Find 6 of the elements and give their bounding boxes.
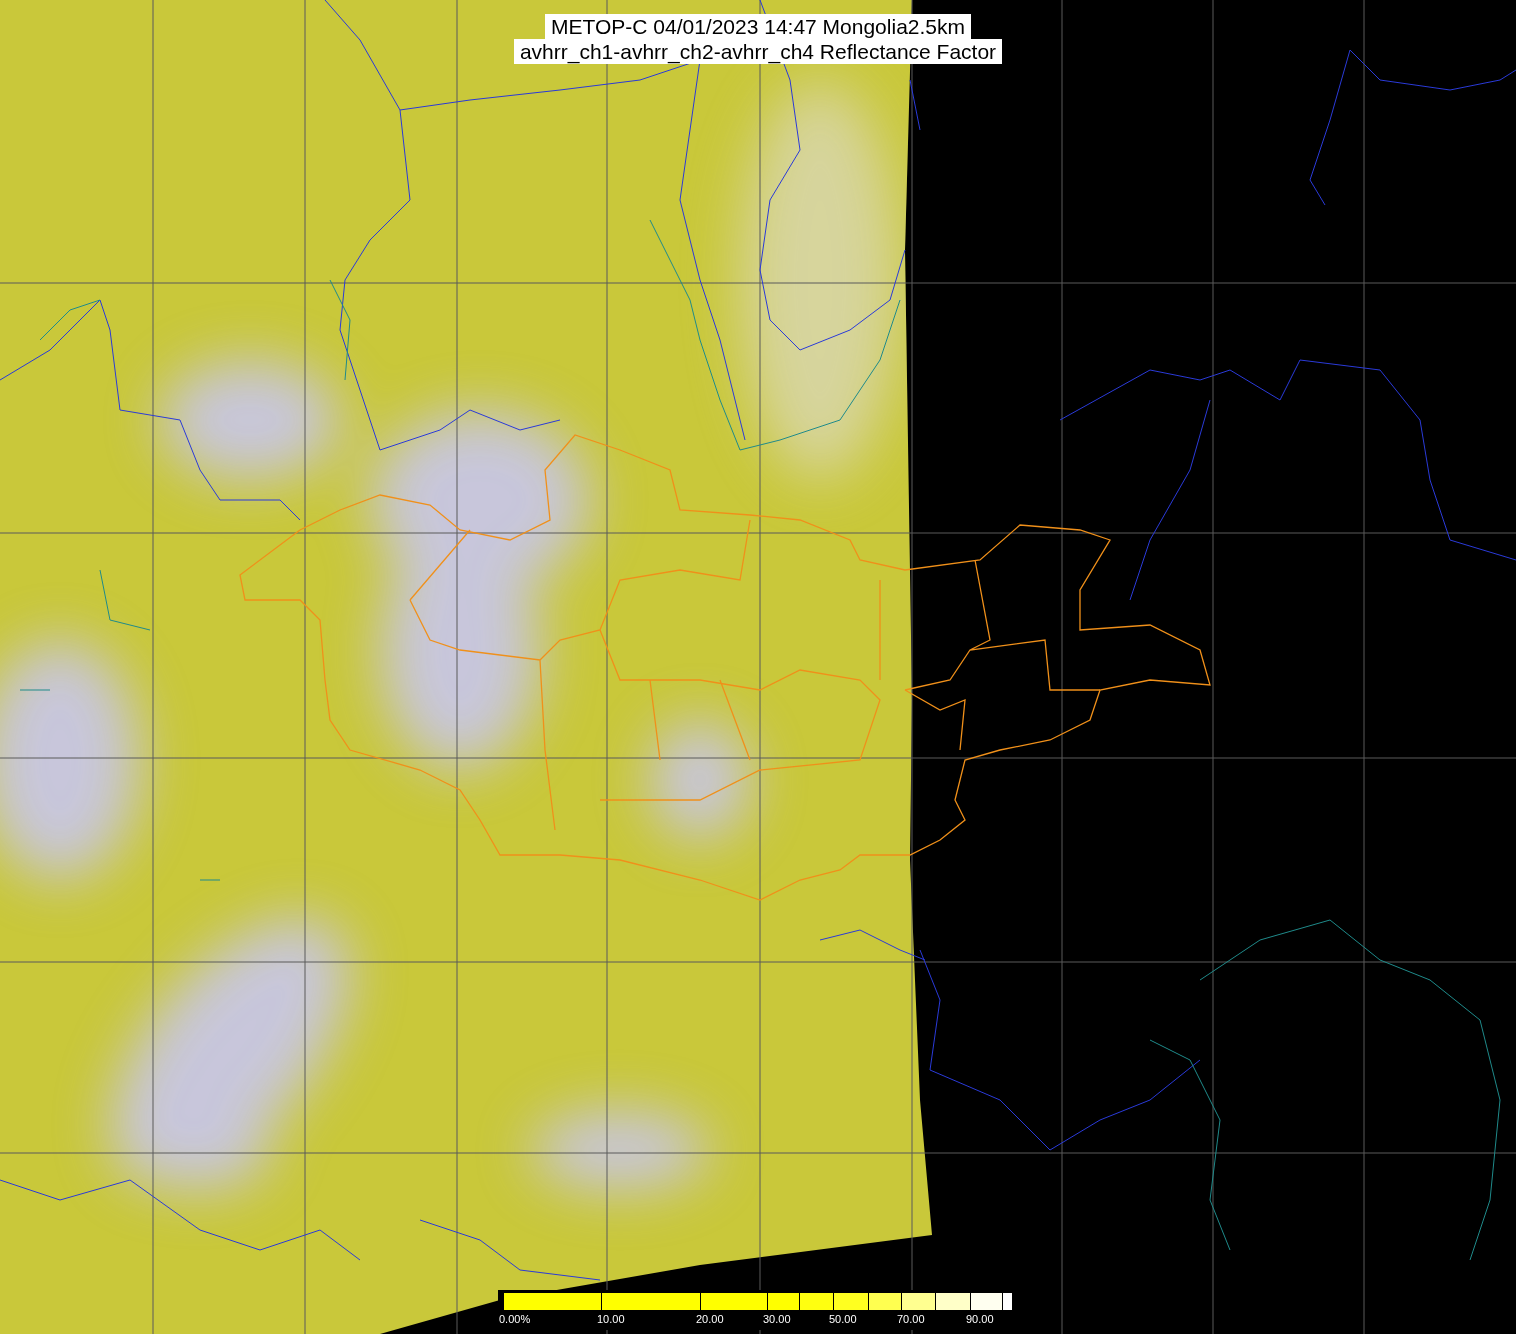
scale-label: 90.00 — [966, 1313, 995, 1325]
map-title: METOP-C 04/01/2023 14:47 Mongolia2.5km — [545, 14, 971, 39]
scale-label: 70.00 — [897, 1313, 926, 1325]
scale-label: 50.00 — [829, 1313, 858, 1325]
scale-label: 30.00 — [763, 1313, 792, 1325]
map-title: avhrr_ch1-avhrr_ch2-avhrr_ch4 Reflectance Factor — [513, 39, 1003, 64]
